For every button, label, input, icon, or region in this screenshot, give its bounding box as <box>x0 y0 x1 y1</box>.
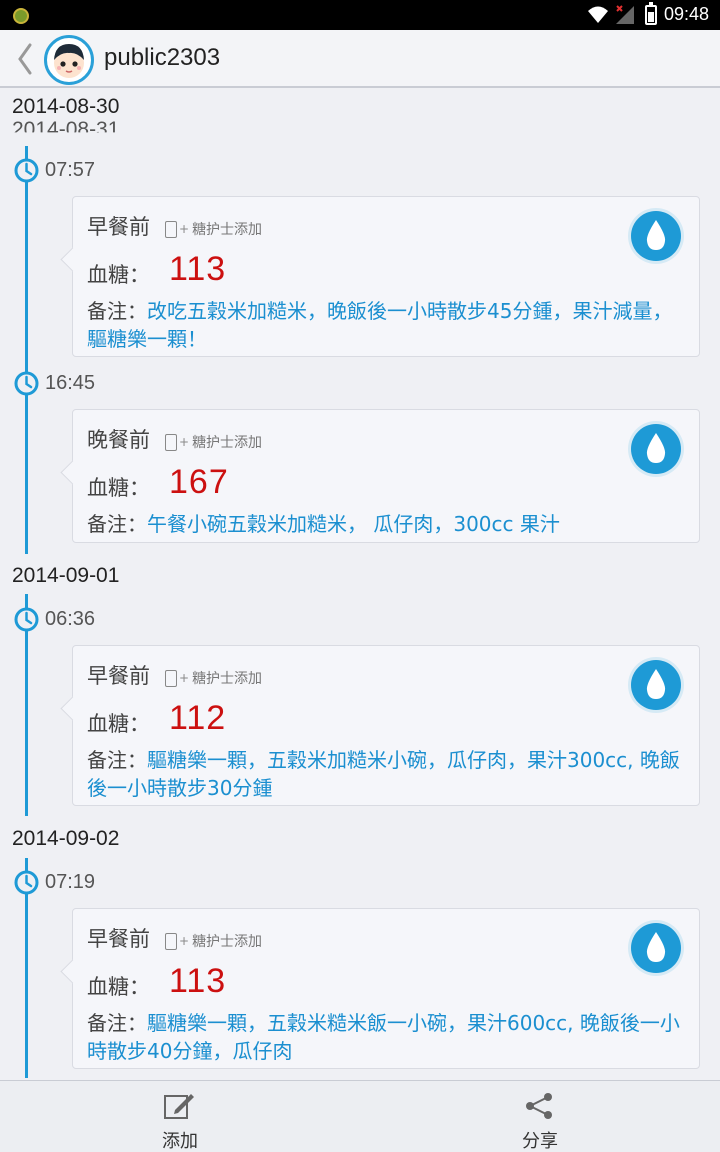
entry-time: 06:36 <box>45 608 96 630</box>
sticky-date-peek: 2014-08-31 <box>12 118 120 141</box>
blood-drop-icon <box>628 421 684 477</box>
blood-sugar-label: 血糖： <box>87 712 150 736</box>
share-button[interactable]: 分享 <box>360 1081 720 1152</box>
status-time: 09:48 <box>664 4 710 24</box>
date-header: 2014-09-02 <box>12 827 120 850</box>
source-tag: + 糖护士添加 <box>165 432 262 452</box>
meal-label: 早餐前 <box>87 927 150 951</box>
timeline[interactable]: 2014-08-30 2014-08-31 07:57 早餐前 + 糖护士添加 血… <box>0 88 720 1078</box>
blood-sugar-label: 血糖： <box>87 476 150 500</box>
blood-sugar-value: 113 <box>169 250 227 288</box>
blood-drop-icon <box>628 208 684 264</box>
timeline-line <box>25 146 28 554</box>
source-tag: + 糖护士添加 <box>165 931 262 951</box>
wifi-icon <box>588 6 608 23</box>
blood-sugar-value: 113 <box>169 962 227 1000</box>
date-header: 2014-08-30 <box>12 95 120 118</box>
page-title: public2303 <box>104 44 221 71</box>
blood-sugar-value: 167 <box>169 463 229 501</box>
phone-icon <box>165 220 177 238</box>
status-bar: 09:48 <box>0 0 720 30</box>
app-notification-icon <box>13 8 29 24</box>
date-header: 2014-09-01 <box>12 564 120 587</box>
note-text: 备注：午餐小碗五穀米加糙米， 瓜仔肉，300cc 果汁 <box>87 512 560 536</box>
clock-icon <box>14 607 39 632</box>
source-tag: + 糖护士添加 <box>165 219 262 239</box>
avatar[interactable] <box>44 35 94 85</box>
blood-sugar-label: 血糖： <box>87 263 150 287</box>
clock-icon <box>14 158 39 183</box>
boy-avatar-icon <box>54 44 84 78</box>
signal-icon <box>616 5 634 24</box>
blood-drop-icon <box>628 657 684 713</box>
reading-card[interactable]: 早餐前 + 糖护士添加 血糖： 113 备注：改吃五穀米加糙米，晚飯後一小時散步4… <box>72 196 700 357</box>
meal-label: 早餐前 <box>87 215 150 239</box>
app-header: public2303 <box>0 30 720 88</box>
battery-icon <box>645 2 657 25</box>
reading-card[interactable]: 晚餐前 + 糖护士添加 血糖： 167 备注：午餐小碗五穀米加糙米， 瓜仔肉，30… <box>72 409 700 543</box>
note-text: 备注：改吃五穀米加糙米，晚飯後一小時散步45分鍾，果汁減量，驅糖樂一顆！ <box>87 299 673 351</box>
edit-icon <box>164 1094 194 1119</box>
meal-label: 早餐前 <box>87 664 150 688</box>
phone-icon <box>165 932 177 950</box>
share-icon <box>526 1093 552 1119</box>
add-label: 添加 <box>162 1131 198 1152</box>
phone-icon <box>165 669 177 687</box>
add-button[interactable]: 添加 <box>0 1081 360 1152</box>
bottom-action-bar: 添加 分享 <box>0 1080 720 1152</box>
meal-label: 晚餐前 <box>87 428 150 452</box>
source-tag: + 糖护士添加 <box>165 668 262 688</box>
clock-icon <box>14 371 39 396</box>
entry-time: 07:57 <box>45 159 96 181</box>
blood-sugar-value: 112 <box>169 699 227 737</box>
blood-drop-icon <box>628 920 684 976</box>
note-text: 备注：驅糖樂一顆，五穀米糙米飯一小碗，果汁600cc, 晚飯後一小時散步40分鐘… <box>87 1011 680 1063</box>
note-text: 备注：驅糖樂一顆，五穀米加糙米小碗，瓜仔肉，果汁300cc, 晚飯後一小時散步3… <box>87 748 680 800</box>
back-chevron-icon[interactable] <box>14 42 36 76</box>
entry-time: 16:45 <box>45 372 96 394</box>
reading-card[interactable]: 早餐前 + 糖护士添加 血糖： 112 备注：驅糖樂一顆，五穀米加糙米小碗，瓜仔肉… <box>72 645 700 806</box>
clock-icon <box>14 870 39 895</box>
share-label: 分享 <box>522 1131 558 1152</box>
reading-card[interactable]: 早餐前 + 糖护士添加 血糖： 113 备注：驅糖樂一顆，五穀米糙米飯一小碗，果汁… <box>72 908 700 1069</box>
phone-icon <box>165 433 177 451</box>
blood-sugar-label: 血糖： <box>87 975 150 999</box>
entry-time: 07:19 <box>45 871 96 893</box>
